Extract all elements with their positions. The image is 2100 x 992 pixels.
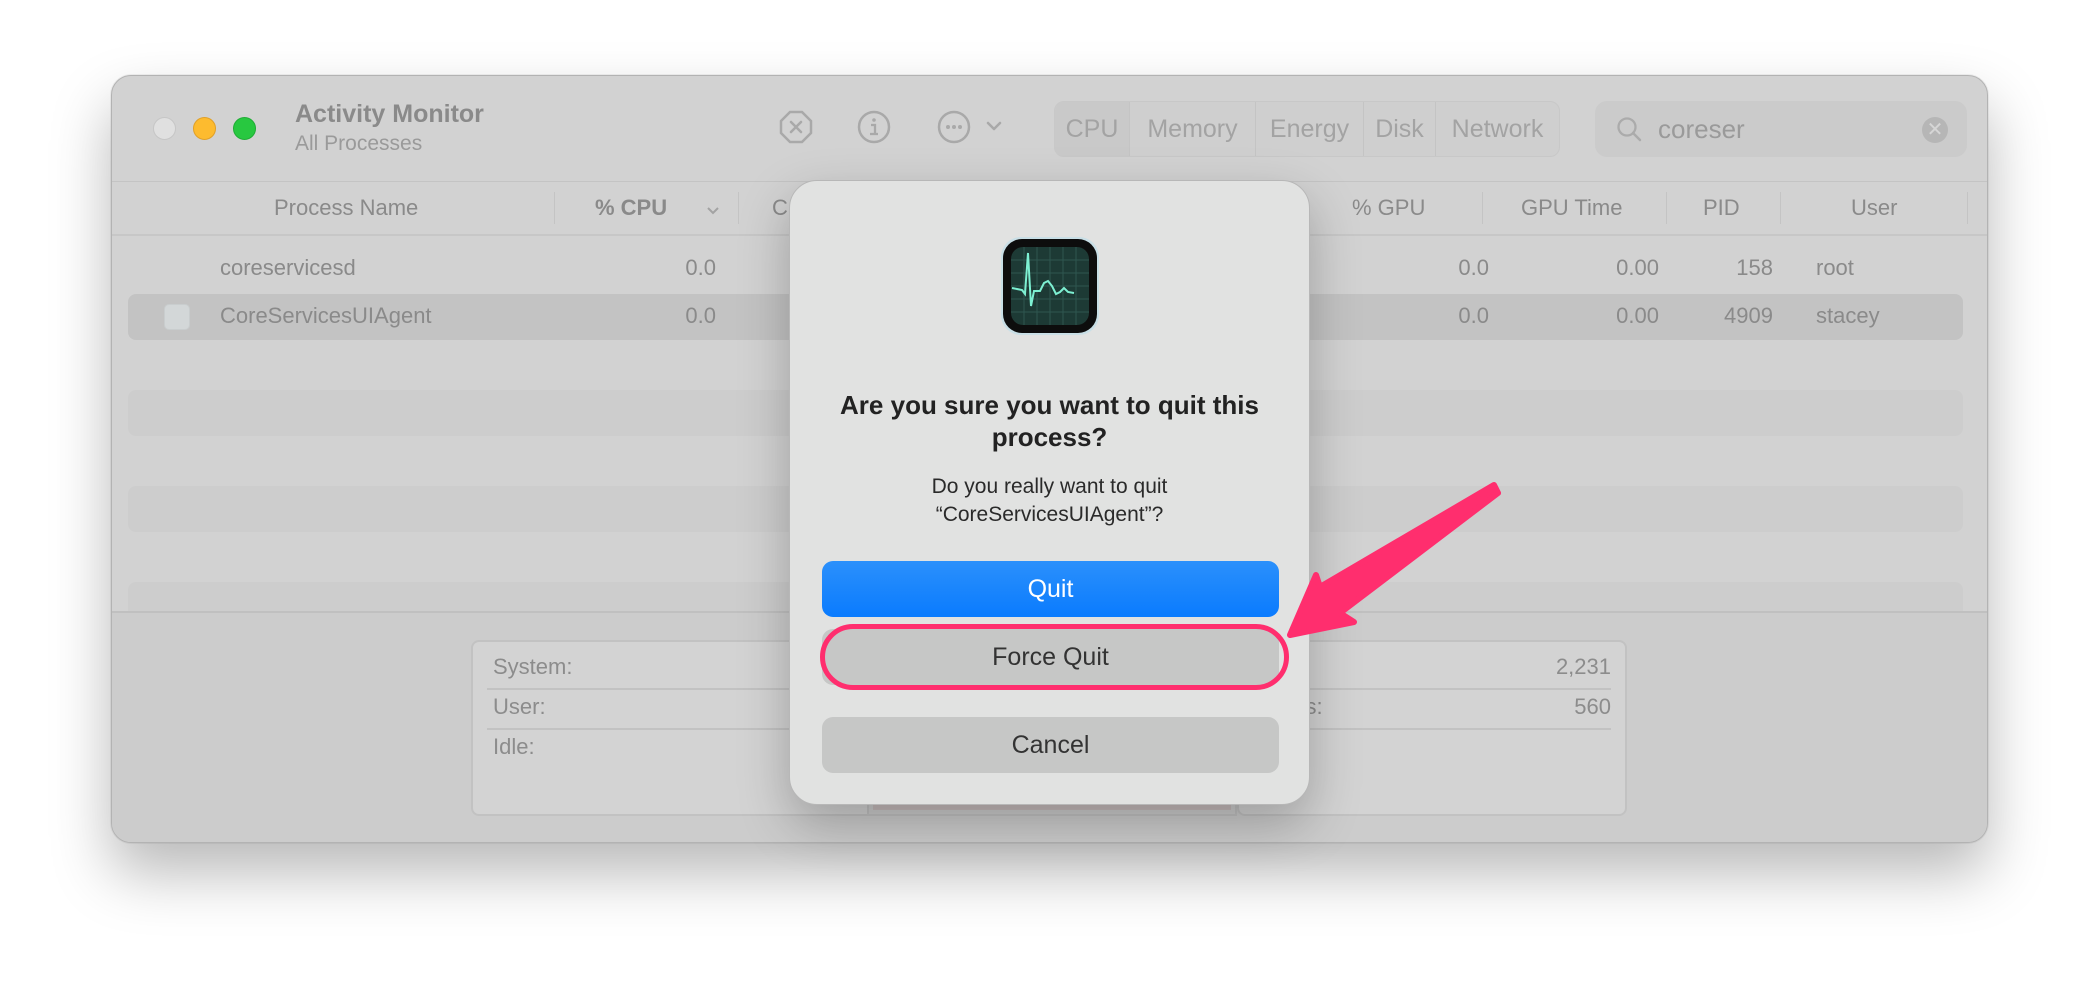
process-name: CoreServicesUIAgent: [220, 303, 432, 328]
column-process-name[interactable]: Process Name: [274, 195, 418, 221]
activity-monitor-app-icon: [1001, 237, 1099, 335]
process-app-icon: [164, 304, 190, 330]
clear-search-icon[interactable]: ✕: [1922, 117, 1948, 143]
gpu-time-value: 0.00: [1616, 255, 1659, 280]
column-cpu-time[interactable]: C: [772, 195, 788, 221]
process-name: coreservicesd: [220, 255, 356, 280]
stop-process-icon[interactable]: [779, 110, 813, 144]
tab-memory[interactable]: Memory: [1130, 102, 1256, 156]
search-input[interactable]: coreser: [1658, 114, 1745, 145]
window-zoom-button[interactable]: [233, 117, 256, 140]
quit-button[interactable]: Quit: [822, 561, 1279, 617]
window-subtitle: All Processes: [295, 132, 423, 155]
tab-energy[interactable]: Energy: [1256, 102, 1364, 156]
column-cpu[interactable]: % CPU: [595, 195, 667, 221]
column-pid[interactable]: PID: [1703, 195, 1740, 221]
gpu-time-value: 0.00: [1616, 303, 1659, 328]
user-value: root: [1816, 255, 1854, 280]
column-separator[interactable]: [1482, 192, 1483, 224]
tab-cpu[interactable]: CPU: [1055, 102, 1130, 156]
user-value: stacey: [1816, 303, 1880, 328]
dialog-title: Are you sure you want to quit this proce…: [840, 390, 1259, 452]
column-separator[interactable]: [1780, 192, 1781, 224]
gpu-value: 0.0: [1458, 303, 1489, 328]
stat-label: System:: [493, 654, 573, 679]
view-segmented-control: CPU Memory Energy Disk Network: [1054, 101, 1560, 157]
tab-disk[interactable]: Disk: [1364, 102, 1436, 156]
cancel-button[interactable]: Cancel: [822, 717, 1279, 773]
force-quit-button[interactable]: Force Quit: [822, 629, 1279, 685]
window-minimize-button[interactable]: [193, 117, 216, 140]
column-gpu-time[interactable]: GPU Time: [1521, 195, 1622, 221]
tab-network[interactable]: Network: [1436, 102, 1559, 156]
stat-label: User:: [493, 694, 546, 719]
chevron-down-icon[interactable]: [984, 116, 1004, 136]
cpu-value: 0.0: [685, 255, 716, 280]
more-actions-icon[interactable]: [937, 110, 971, 144]
cpu-value: 0.0: [685, 303, 716, 328]
column-user[interactable]: User: [1851, 195, 1897, 221]
column-separator[interactable]: [1666, 192, 1667, 224]
column-separator[interactable]: [554, 192, 555, 224]
titlebar: Activity Monitor All Processes CPU Memor…: [112, 76, 1987, 182]
dialog-message-line: Do you really want to quit: [931, 475, 1168, 498]
info-icon[interactable]: [857, 110, 891, 144]
search-icon: [1617, 117, 1642, 142]
column-separator[interactable]: [738, 192, 739, 224]
column-separator[interactable]: [1967, 192, 1968, 224]
window-title: Activity Monitor: [295, 100, 484, 128]
column-gpu[interactable]: % GPU: [1352, 195, 1425, 221]
window-close-button[interactable]: [153, 117, 176, 140]
quit-process-dialog: Are you sure you want to quit this proce…: [789, 180, 1310, 805]
stat-label: Idle:: [493, 734, 535, 759]
dialog-message-line: “CoreServicesUIAgent”?: [935, 503, 1164, 526]
sort-descending-icon[interactable]: [706, 206, 720, 216]
pid-value: 4909: [1724, 303, 1773, 328]
gpu-value: 0.0: [1458, 255, 1489, 280]
dialog-message: Do you really want to quit “CoreServices…: [810, 473, 1289, 529]
stat-value: 2,231: [1555, 654, 1611, 679]
stat-value: 560: [1574, 694, 1611, 719]
search-field[interactable]: coreser ✕: [1595, 101, 1967, 157]
pid-value: 158: [1736, 255, 1773, 280]
